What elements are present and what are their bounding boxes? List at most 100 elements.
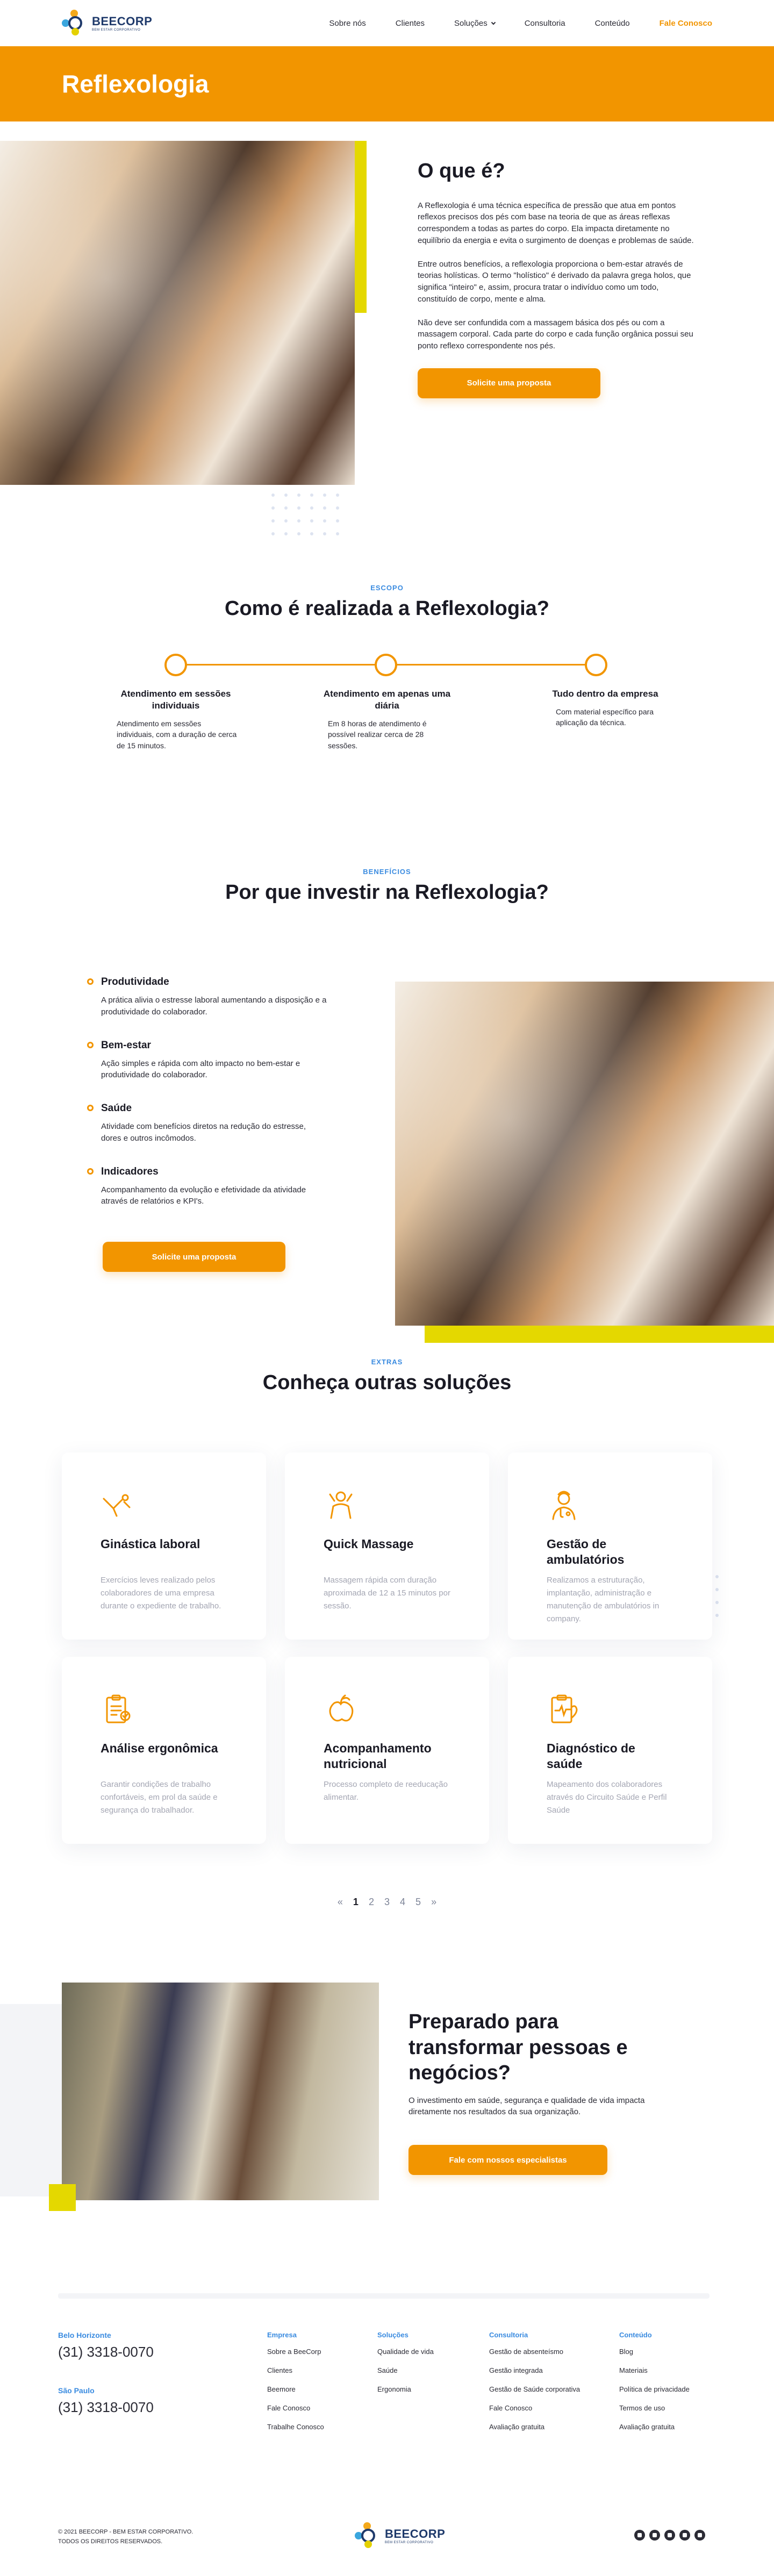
request-proposal-button[interactable]: Solicite uma proposta [103,1242,285,1272]
benefit-title: Bem-estar [101,1039,151,1051]
footer-link[interactable]: Avaliação gratuita [619,2423,690,2431]
contact-city: Belo Horizonte [58,2331,111,2339]
massage-icon [329,1491,353,1519]
benefit-item: Indicadores Acompanhamento da evolução e… [87,1165,327,1208]
footer-link[interactable]: Termos de uso [619,2404,690,2412]
card-title: Diagnóstico de saúde [547,1741,635,1771]
what-is-section: O que é? A Reflexologia é uma técnica es… [0,121,774,541]
escopo-section: ESCOPO Como é realizada a Reflexologia? … [0,541,774,777]
footer-divider [58,2293,710,2299]
footer-column-title: Empresa [267,2331,297,2339]
pagination-prev[interactable]: « [338,1897,343,1907]
bullet-icon [87,978,94,985]
health-diagnosis-icon [551,1694,578,1723]
card-text: Mapeamento dos colaboradores através do … [547,1780,667,1815]
facebook-icon[interactable] [694,2530,705,2541]
page-title: Reflexologia [62,70,209,98]
solution-card[interactable]: Ginástica laboral Exercícios leves reali… [62,1452,266,1640]
footer-column-title: Consultoria [489,2331,528,2339]
footer-link[interactable]: Gestão de Saúde corporativa [489,2385,580,2393]
footer-link[interactable]: Saúde [377,2366,434,2374]
what-is-paragraph: Entre outros benefícios, a reflexologia … [418,259,691,304]
brand-name: BEECORP [92,15,153,28]
nav-fale-conosco[interactable]: Fale Conosco [660,19,712,28]
benefit-title: Indicadores [101,1165,159,1177]
copyright-line: TODOS OS DIREITOS RESERVADOS. [58,2538,163,2545]
footer-column-conteudo: Conteúdo Blog Materiais Política de priv… [619,2331,690,2442]
brand-logo[interactable]: BEECORP BEM ESTAR CORPORATIVO [62,10,152,37]
logo-mark-icon [62,10,89,37]
nav-item-consultoria[interactable]: Consultoria [525,19,565,28]
what-is-paragraph: Não deve ser confundida com a massagem b… [418,318,693,351]
footer-link[interactable]: Gestão de absenteísmo [489,2348,580,2356]
site-header: BEECORP BEM ESTAR CORPORATIVO Sobre nós … [0,0,774,46]
footer-logo[interactable]: BEECORP BEM ESTAR CORPORATIVO [355,2522,445,2549]
footer-link[interactable]: Política de privacidade [619,2385,690,2393]
benefit-text: Ação simples e rápida com alto impacto n… [101,1058,300,1080]
solution-card[interactable]: Análise ergonômica Garantir condições de… [62,1657,266,1844]
footer-link[interactable]: Clientes [267,2366,324,2374]
talk-to-specialists-button[interactable]: Fale com nossos especialistas [408,2145,607,2175]
twitter-icon[interactable] [679,2530,690,2541]
footer-link[interactable]: Ergonomia [377,2385,434,2393]
footer-link[interactable]: Blog [619,2348,690,2356]
decorative-dots [271,493,339,535]
solution-card[interactable]: Gestão de ambulatórios Realizamos a estr… [508,1452,712,1640]
contact-phone[interactable]: (31) 3318-0070 [58,2344,154,2360]
extras-section: EXTRAS Conheça outras soluções Ginástica… [0,1304,774,1949]
footer-link[interactable]: Materiais [619,2366,690,2374]
card-title: Gestão de ambulatórios [547,1537,625,1566]
pagination-page[interactable]: 5 [415,1897,421,1907]
solution-card[interactable]: Diagnóstico de saúde Mapeamento dos cola… [508,1657,712,1844]
card-title: Ginástica laboral [101,1537,200,1551]
timeline-node [164,654,187,676]
footer-link[interactable]: Beemore [267,2385,324,2393]
nav-item-conteudo[interactable]: Conteúdo [595,19,630,28]
footer-link[interactable]: Qualidade de vida [377,2348,434,2356]
page-hero: Reflexologia [0,46,774,121]
accent-bar [355,141,367,313]
footer-link[interactable]: Fale Conosco [489,2404,580,2412]
footer-link[interactable]: Gestão integrada [489,2366,580,2374]
request-proposal-button[interactable]: Solicite uma proposta [418,368,600,398]
benefit-item: Saúde Atividade com benefícios diretos n… [87,1103,327,1144]
step-item: Atendimento em sessões individuais Atend… [111,688,240,751]
timeline-node [375,654,397,676]
footer-link[interactable]: Avaliação gratuita [489,2423,580,2431]
nav-item-solucoes-label: Soluções [454,18,488,28]
instagram-icon[interactable] [649,2530,660,2541]
pagination-page[interactable]: 2 [369,1897,374,1907]
chevron-down-icon [491,20,496,25]
nav-item-clientes[interactable]: Clientes [396,19,425,28]
nav-item-solucoes[interactable]: Soluções [454,18,496,28]
step-title: Tudo dentro da empresa [552,689,658,699]
footer-link[interactable]: Trabalhe Conosco [267,2423,324,2431]
section-title: Conheça outras soluções [262,1371,512,1394]
solution-card[interactable]: Acompanhamento nutricional Processo comp… [285,1657,489,1844]
cta-photo [62,1983,379,2200]
bullet-icon [87,1168,94,1175]
pagination-next[interactable]: » [431,1897,436,1907]
pagination-page[interactable]: 1 [353,1897,359,1907]
step-text: Atendimento em sessões individuais, com … [117,719,237,750]
youtube-icon[interactable] [664,2530,675,2541]
footer-link[interactable]: Fale Conosco [267,2404,324,2412]
doctor-icon [552,1491,576,1520]
card-text: Garantir condições de trabalho confortáv… [101,1780,218,1815]
nav-item-sobre[interactable]: Sobre nós [329,19,366,28]
solution-card[interactable]: Quick Massage Massagem rápida com duraçã… [285,1452,489,1640]
step-text: Com material específico para aplicação d… [556,707,654,727]
contact-phone[interactable]: (31) 3318-0070 [58,2399,154,2416]
pagination-page[interactable]: 3 [384,1897,390,1907]
pagination-page[interactable]: 4 [400,1897,405,1907]
card-text: Processo completo de reeducação alimenta… [324,1780,448,1802]
what-is-title: O que é? [418,160,505,182]
cta-title: Preparado para transformar pessoas e neg… [408,2010,628,2084]
footer-column-title: Soluções [377,2331,408,2339]
what-is-paragraph: A Reflexologia é uma técnica específica … [418,201,694,245]
card-text: Realizamos a estruturação, implantação, … [547,1576,660,1623]
footer-link[interactable]: Sobre a BeeCorp [267,2348,324,2356]
linkedin-icon[interactable] [634,2530,645,2541]
footer-column-empresa: Empresa Sobre a BeeCorp Clientes Beemore… [267,2331,324,2442]
section-title: Como é realizada a Reflexologia? [225,597,549,620]
